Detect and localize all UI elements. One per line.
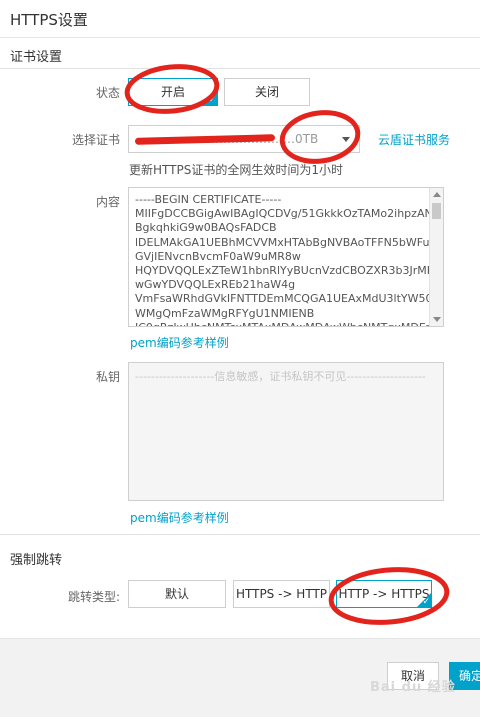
redirect-option-http-to-https[interactable]: HTTP -> HTTPS ✓ [336, 580, 432, 608]
status-label: 状态 [95, 86, 120, 100]
content-label: 内容 [95, 195, 120, 209]
watermark: Bai du 经验 [370, 680, 456, 695]
certificate-content-textarea[interactable]: -----BEGIN CERTIFICATE----- MIIFgDCCBGig… [128, 187, 444, 327]
status-on-label: 开启 [160, 85, 185, 99]
content-scrollbar[interactable] [429, 188, 443, 326]
dialog-header: HTTPS设置 [0, 0, 480, 38]
status-off-label: 关闭 [254, 85, 279, 99]
certificate-section-title: 证书设置 [10, 50, 63, 65]
private-key-textarea: --------------------信息敏感，证书私钥不可见--------… [128, 362, 444, 501]
scroll-up-icon[interactable] [433, 192, 441, 197]
redirect-option-default[interactable]: 默认 [128, 580, 226, 608]
status-off-button[interactable]: 关闭 [224, 78, 310, 106]
private-key-label: 私钥 [95, 370, 120, 384]
section-divider [0, 534, 480, 535]
dialog-title: HTTPS设置 [10, 11, 88, 29]
cert-update-hint: 更新HTTPS证书的全网生效时间为1小时 [129, 163, 343, 177]
redirect-option-label: HTTPS -> HTTP [235, 587, 328, 601]
redirect-option-label: HTTP -> HTTPS [338, 587, 430, 601]
cloud-shield-cert-link[interactable]: 云盾证书服务 [378, 131, 450, 148]
section-divider [0, 68, 480, 69]
certificate-content-text: -----BEGIN CERTIFICATE----- MIIFgDCCBGig… [135, 193, 442, 326]
chevron-down-icon [342, 137, 350, 142]
red-annotation-circles [124, 64, 450, 625]
certificate-select[interactable]: …………………………………0TB [128, 125, 360, 153]
private-key-pem-example-link[interactable]: pem编码参考样例 [130, 509, 229, 526]
scroll-down-icon[interactable] [433, 317, 441, 322]
scroll-thumb[interactable] [432, 203, 441, 219]
redirect-option-https-to-http[interactable]: HTTPS -> HTTP [233, 580, 330, 608]
redirect-section-title: 强制跳转 [10, 553, 63, 568]
check-mark-icon: ✓ [422, 597, 430, 607]
redirect-type-label: 跳转类型: [67, 590, 120, 604]
redirect-option-label: 默认 [164, 587, 189, 601]
select-cert-label: 选择证书 [71, 133, 120, 147]
check-mark-icon: ✓ [208, 95, 216, 105]
private-key-placeholder: --------------------信息敏感，证书私钥不可见--------… [135, 370, 426, 383]
status-on-button[interactable]: 开启 ✓ [128, 78, 218, 106]
content-pem-example-link[interactable]: pem编码参考样例 [130, 334, 229, 351]
